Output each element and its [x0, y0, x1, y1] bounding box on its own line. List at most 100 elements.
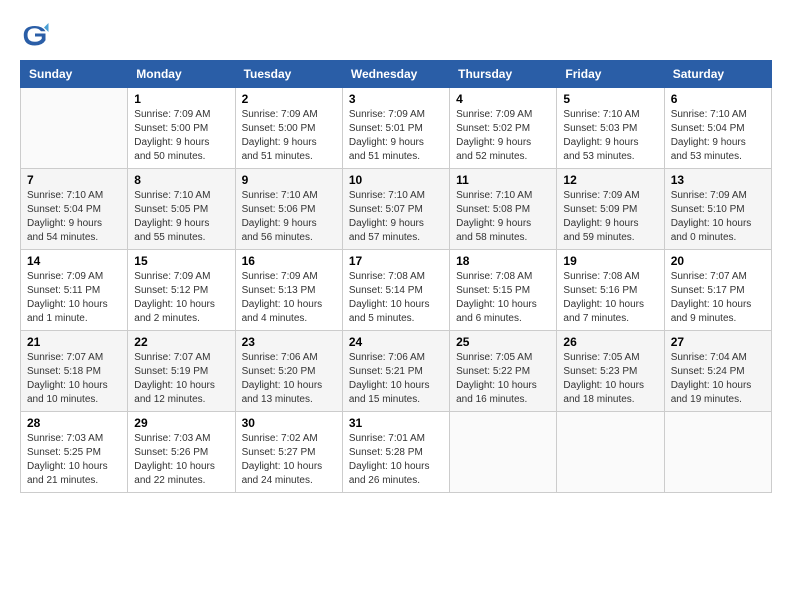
calendar-cell	[21, 88, 128, 169]
calendar-cell	[450, 412, 557, 493]
day-number: 9	[242, 173, 336, 187]
calendar-cell: 12 Sunrise: 7:09 AMSunset: 5:09 PMDayligh…	[557, 169, 664, 250]
day-number: 4	[456, 92, 550, 106]
calendar-cell: 5 Sunrise: 7:10 AMSunset: 5:03 PMDaylight…	[557, 88, 664, 169]
day-info: Sunrise: 7:09 AMSunset: 5:00 PMDaylight:…	[242, 108, 336, 164]
weekday-header-sunday: Sunday	[21, 61, 128, 88]
day-info: Sunrise: 7:07 AMSunset: 5:19 PMDaylight:…	[134, 351, 228, 407]
day-number: 29	[134, 416, 228, 430]
page-header	[20, 20, 772, 50]
day-info: Sunrise: 7:06 AMSunset: 5:20 PMDaylight:…	[242, 351, 336, 407]
day-number: 30	[242, 416, 336, 430]
logo	[20, 20, 54, 50]
calendar-cell: 17 Sunrise: 7:08 AMSunset: 5:14 PMDayligh…	[342, 250, 449, 331]
day-number: 10	[349, 173, 443, 187]
day-number: 17	[349, 254, 443, 268]
weekday-header-saturday: Saturday	[664, 61, 771, 88]
day-number: 31	[349, 416, 443, 430]
weekday-header-friday: Friday	[557, 61, 664, 88]
day-info: Sunrise: 7:06 AMSunset: 5:21 PMDaylight:…	[349, 351, 443, 407]
day-info: Sunrise: 7:09 AMSunset: 5:10 PMDaylight:…	[671, 189, 765, 245]
day-number: 21	[27, 335, 121, 349]
calendar-cell: 2 Sunrise: 7:09 AMSunset: 5:00 PMDaylight…	[235, 88, 342, 169]
calendar-cell: 1 Sunrise: 7:09 AMSunset: 5:00 PMDaylight…	[128, 88, 235, 169]
day-info: Sunrise: 7:08 AMSunset: 5:15 PMDaylight:…	[456, 270, 550, 326]
calendar-cell: 31 Sunrise: 7:01 AMSunset: 5:28 PMDayligh…	[342, 412, 449, 493]
day-info: Sunrise: 7:07 AMSunset: 5:18 PMDaylight:…	[27, 351, 121, 407]
day-number: 6	[671, 92, 765, 106]
calendar-cell: 9 Sunrise: 7:10 AMSunset: 5:06 PMDaylight…	[235, 169, 342, 250]
day-info: Sunrise: 7:02 AMSunset: 5:27 PMDaylight:…	[242, 432, 336, 488]
day-info: Sunrise: 7:09 AMSunset: 5:13 PMDaylight:…	[242, 270, 336, 326]
day-number: 15	[134, 254, 228, 268]
calendar-cell: 15 Sunrise: 7:09 AMSunset: 5:12 PMDayligh…	[128, 250, 235, 331]
calendar-cell: 28Sunrise: 7:03 AMSunset: 5:25 PMDayligh…	[21, 412, 128, 493]
day-info: Sunrise: 7:10 AMSunset: 5:04 PMDaylight:…	[671, 108, 765, 164]
day-number: 7	[27, 173, 121, 187]
day-info: Sunrise: 7:09 AMSunset: 5:09 PMDaylight:…	[563, 189, 657, 245]
day-number: 12	[563, 173, 657, 187]
day-number: 23	[242, 335, 336, 349]
day-info: Sunrise: 7:10 AMSunset: 5:05 PMDaylight:…	[134, 189, 228, 245]
calendar-cell: 26 Sunrise: 7:05 AMSunset: 5:23 PMDayligh…	[557, 331, 664, 412]
day-number: 14	[27, 254, 121, 268]
day-info: Sunrise: 7:08 AMSunset: 5:14 PMDaylight:…	[349, 270, 443, 326]
day-number: 3	[349, 92, 443, 106]
calendar-week-row: 1 Sunrise: 7:09 AMSunset: 5:00 PMDaylight…	[21, 88, 772, 169]
calendar-cell: 18 Sunrise: 7:08 AMSunset: 5:15 PMDayligh…	[450, 250, 557, 331]
calendar-cell: 14Sunrise: 7:09 AMSunset: 5:11 PMDayligh…	[21, 250, 128, 331]
day-info: Sunrise: 7:04 AMSunset: 5:24 PMDaylight:…	[671, 351, 765, 407]
day-number: 26	[563, 335, 657, 349]
day-number: 27	[671, 335, 765, 349]
day-number: 18	[456, 254, 550, 268]
calendar-cell: 21 Sunrise: 7:07 AMSunset: 5:18 PMDayligh…	[21, 331, 128, 412]
calendar-cell: 11 Sunrise: 7:10 AMSunset: 5:08 PMDayligh…	[450, 169, 557, 250]
day-number: 16	[242, 254, 336, 268]
calendar-cell: 27 Sunrise: 7:04 AMSunset: 5:24 PMDayligh…	[664, 331, 771, 412]
day-number: 2	[242, 92, 336, 106]
calendar-cell: 25Sunrise: 7:05 AMSunset: 5:22 PMDayligh…	[450, 331, 557, 412]
day-number: 13	[671, 173, 765, 187]
weekday-header-tuesday: Tuesday	[235, 61, 342, 88]
day-info: Sunrise: 7:10 AMSunset: 5:06 PMDaylight:…	[242, 189, 336, 245]
calendar-cell: 23 Sunrise: 7:06 AMSunset: 5:20 PMDayligh…	[235, 331, 342, 412]
logo-icon	[20, 20, 50, 50]
day-info: Sunrise: 7:03 AMSunset: 5:25 PMDaylight:…	[27, 432, 121, 488]
calendar-cell	[557, 412, 664, 493]
day-info: Sunrise: 7:05 AMSunset: 5:23 PMDaylight:…	[563, 351, 657, 407]
day-number: 8	[134, 173, 228, 187]
calendar-cell	[664, 412, 771, 493]
day-info: Sunrise: 7:01 AMSunset: 5:28 PMDaylight:…	[349, 432, 443, 488]
day-number: 22	[134, 335, 228, 349]
day-info: Sunrise: 7:09 AMSunset: 5:01 PMDaylight:…	[349, 108, 443, 164]
calendar-week-row: 14Sunrise: 7:09 AMSunset: 5:11 PMDayligh…	[21, 250, 772, 331]
calendar-cell: 3 Sunrise: 7:09 AMSunset: 5:01 PMDaylight…	[342, 88, 449, 169]
calendar-table: SundayMondayTuesdayWednesdayThursdayFrid…	[20, 60, 772, 493]
calendar-cell: 13 Sunrise: 7:09 AMSunset: 5:10 PMDayligh…	[664, 169, 771, 250]
day-info: Sunrise: 7:10 AMSunset: 5:03 PMDaylight:…	[563, 108, 657, 164]
day-info: Sunrise: 7:07 AMSunset: 5:17 PMDaylight:…	[671, 270, 765, 326]
day-info: Sunrise: 7:09 AMSunset: 5:12 PMDaylight:…	[134, 270, 228, 326]
weekday-header-wednesday: Wednesday	[342, 61, 449, 88]
calendar-week-row: 7 Sunrise: 7:10 AMSunset: 5:04 PMDaylight…	[21, 169, 772, 250]
day-info: Sunrise: 7:10 AMSunset: 5:04 PMDaylight:…	[27, 189, 121, 245]
calendar-cell: 4Sunrise: 7:09 AMSunset: 5:02 PMDaylight…	[450, 88, 557, 169]
calendar-cell: 10 Sunrise: 7:10 AMSunset: 5:07 PMDayligh…	[342, 169, 449, 250]
calendar-cell: 6 Sunrise: 7:10 AMSunset: 5:04 PMDaylight…	[664, 88, 771, 169]
day-number: 5	[563, 92, 657, 106]
day-info: Sunrise: 7:10 AMSunset: 5:08 PMDaylight:…	[456, 189, 550, 245]
day-info: Sunrise: 7:10 AMSunset: 5:07 PMDaylight:…	[349, 189, 443, 245]
day-number: 19	[563, 254, 657, 268]
day-number: 11	[456, 173, 550, 187]
day-info: Sunrise: 7:09 AMSunset: 5:00 PMDaylight:…	[134, 108, 228, 164]
day-info: Sunrise: 7:08 AMSunset: 5:16 PMDaylight:…	[563, 270, 657, 326]
calendar-cell: 7 Sunrise: 7:10 AMSunset: 5:04 PMDaylight…	[21, 169, 128, 250]
calendar-cell: 19 Sunrise: 7:08 AMSunset: 5:16 PMDayligh…	[557, 250, 664, 331]
calendar-cell: 22 Sunrise: 7:07 AMSunset: 5:19 PMDayligh…	[128, 331, 235, 412]
day-number: 25	[456, 335, 550, 349]
weekday-header-row: SundayMondayTuesdayWednesdayThursdayFrid…	[21, 61, 772, 88]
day-number: 1	[134, 92, 228, 106]
calendar-cell: 20Sunrise: 7:07 AMSunset: 5:17 PMDayligh…	[664, 250, 771, 331]
calendar-cell: 8 Sunrise: 7:10 AMSunset: 5:05 PMDaylight…	[128, 169, 235, 250]
calendar-cell: 16 Sunrise: 7:09 AMSunset: 5:13 PMDayligh…	[235, 250, 342, 331]
